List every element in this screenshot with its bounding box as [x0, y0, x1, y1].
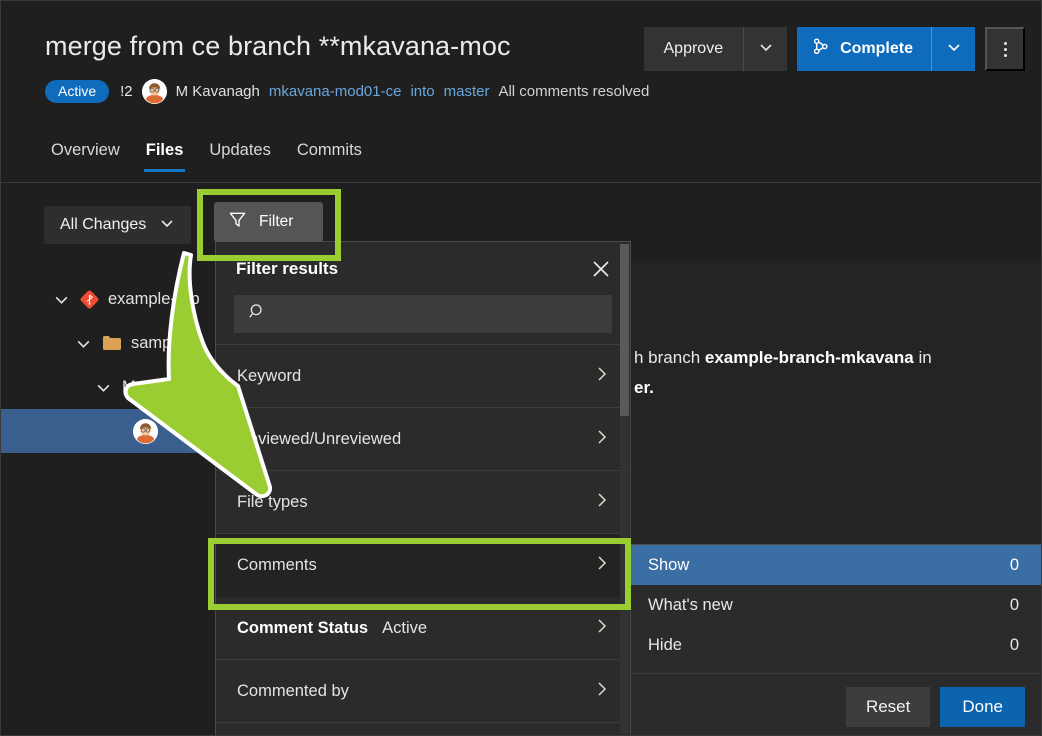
header-actions: Approve Complete	[643, 27, 1025, 71]
file-tree: example-rep samp|e-fo M	[1, 263, 237, 735]
chevron-right-icon	[592, 364, 612, 389]
filter-row-label: Keyword	[237, 366, 302, 385]
tree-item-label: samp|e-fo	[131, 333, 205, 352]
filter-row-label: Comment Status	[237, 618, 369, 637]
submenu-option-whats-new[interactable]: What's new 0	[631, 585, 1041, 625]
tab-overview[interactable]: Overview	[41, 137, 130, 172]
filter-results-panel: Filter results Keyword Reviewed/Unreview…	[215, 241, 631, 735]
submenu-option-label: Show	[648, 555, 690, 574]
tree-item-label: example-rep	[108, 289, 200, 308]
submenu-option-label: Hide	[648, 635, 682, 654]
tab-updates[interactable]: Updates	[199, 137, 280, 172]
pr-header: merge from ce branch **mkavana-moc Appro…	[1, 1, 1041, 183]
comments-resolved-text: All comments resolved	[498, 83, 650, 100]
submenu-option-count: 0	[1009, 595, 1019, 614]
comment-count-indicator: !2	[120, 83, 133, 100]
tree-item-repo[interactable]: example-rep	[1, 277, 237, 321]
tree-item-label: M	[122, 377, 136, 396]
filter-search-box[interactable]	[234, 295, 612, 333]
submenu-option-hide[interactable]: Hide 0	[631, 625, 1041, 665]
filter-panel-title: Filter results	[236, 258, 339, 278]
all-changes-dropdown[interactable]: All Changes	[44, 206, 192, 244]
submenu-option-show[interactable]: Show 0	[631, 545, 1041, 585]
submenu-divider	[631, 673, 1041, 674]
approve-button[interactable]: Approve	[643, 27, 744, 71]
chevron-down-icon	[758, 39, 774, 60]
filter-button[interactable]: Filter	[214, 202, 323, 242]
chevron-right-icon	[592, 490, 612, 515]
complete-split-button[interactable]: Complete	[797, 27, 975, 71]
tree-item-file[interactable]: M	[1, 365, 237, 409]
target-branch-link[interactable]: master	[444, 83, 490, 100]
all-changes-label: All Changes	[60, 216, 147, 233]
merge-branch-icon	[811, 37, 830, 61]
reset-button[interactable]: Reset	[845, 687, 931, 727]
diff-line2-post: .	[649, 378, 654, 397]
git-repo-icon	[80, 290, 99, 309]
chevron-down-icon[interactable]	[75, 335, 92, 352]
approve-dropdown-button[interactable]	[743, 27, 788, 71]
submenu-option-count: 0	[1009, 635, 1019, 654]
submenu-option-count: 0	[1009, 555, 1019, 574]
filter-row-comments[interactable]: Comments	[216, 534, 630, 597]
comments-submenu: Show 0 What's new 0 Hide 0 Reset Done	[631, 544, 1041, 735]
filter-button-label: Filter	[259, 213, 294, 230]
diff-line2-bold: er	[634, 378, 650, 397]
close-icon[interactable]	[586, 254, 616, 284]
user-avatar	[133, 418, 158, 444]
chevron-down-icon[interactable]	[95, 379, 112, 396]
submenu-actions: Reset Done	[845, 687, 1025, 727]
page-title: merge from ce branch **mkavana-moc	[45, 31, 511, 61]
filter-panel-header: Filter results	[216, 242, 630, 295]
filter-row-comment-status[interactable]: Comment Status Active	[216, 597, 630, 660]
pr-tabs: Overview Files Updates Commits	[41, 137, 372, 172]
tab-files[interactable]: Files	[136, 137, 194, 172]
complete-dropdown-button[interactable]	[931, 27, 975, 71]
source-branch-link[interactable]: mkavana-mod01-ce	[269, 83, 402, 100]
chevron-right-icon	[592, 616, 612, 641]
filter-row-commented-by[interactable]: Commented by	[216, 660, 630, 723]
funnel-icon	[228, 210, 247, 234]
filter-row-label: Commented by	[237, 681, 349, 700]
chevron-down-icon	[946, 39, 962, 60]
into-word: into	[410, 83, 435, 100]
diff-line1-post: in	[913, 348, 932, 367]
filter-row-label: File types	[237, 492, 308, 511]
filter-panel-scrollbar-thumb[interactable]	[620, 244, 629, 416]
folder-icon	[102, 334, 122, 352]
filter-row-file-types[interactable]: File types	[216, 471, 630, 534]
avatar	[141, 79, 167, 104]
chevron-right-icon	[592, 553, 612, 578]
chevron-right-icon	[592, 427, 612, 452]
filter-row-keyword[interactable]: Keyword	[216, 345, 630, 408]
chevron-right-icon	[592, 679, 612, 704]
filter-search-input[interactable]	[277, 305, 598, 323]
filter-row-value: Active	[382, 618, 428, 637]
author-name: M Kavanagh	[175, 83, 260, 100]
more-vertical-icon	[1003, 41, 1007, 57]
complete-button-label: Complete	[840, 40, 913, 57]
app-window: merge from ce branch **mkavana-moc Appro…	[0, 0, 1042, 736]
diff-text: h branch example-branch-mkavana in er.	[634, 343, 1041, 403]
done-button[interactable]: Done	[940, 687, 1025, 727]
status-badge: Active	[45, 80, 110, 103]
chevron-down-icon	[159, 215, 175, 236]
tab-commits[interactable]: Commits	[287, 137, 372, 172]
tree-item-comment-selected[interactable]	[1, 409, 237, 453]
submenu-option-label: What's new	[648, 595, 733, 614]
filter-row-label: Reviewed/Unreviewed	[237, 429, 402, 448]
more-options-button[interactable]	[985, 27, 1025, 71]
complete-button[interactable]: Complete	[797, 27, 931, 71]
tree-item-folder[interactable]: samp|e-fo	[1, 321, 237, 365]
search-icon	[248, 302, 267, 326]
filter-row-reviewed-unreviewed[interactable]: Reviewed/Unreviewed	[216, 408, 630, 471]
diff-line1-bold: example-branch-mkavana	[704, 348, 914, 367]
filter-row-label: Comments	[237, 555, 317, 574]
pr-meta-row: Active !2 M Kavanagh mkavana-mod01-ce in…	[45, 79, 649, 104]
chevron-down-icon[interactable]	[53, 291, 70, 308]
approve-split-button[interactable]: Approve	[643, 27, 788, 71]
diff-line1-pre: h branch	[634, 348, 705, 367]
